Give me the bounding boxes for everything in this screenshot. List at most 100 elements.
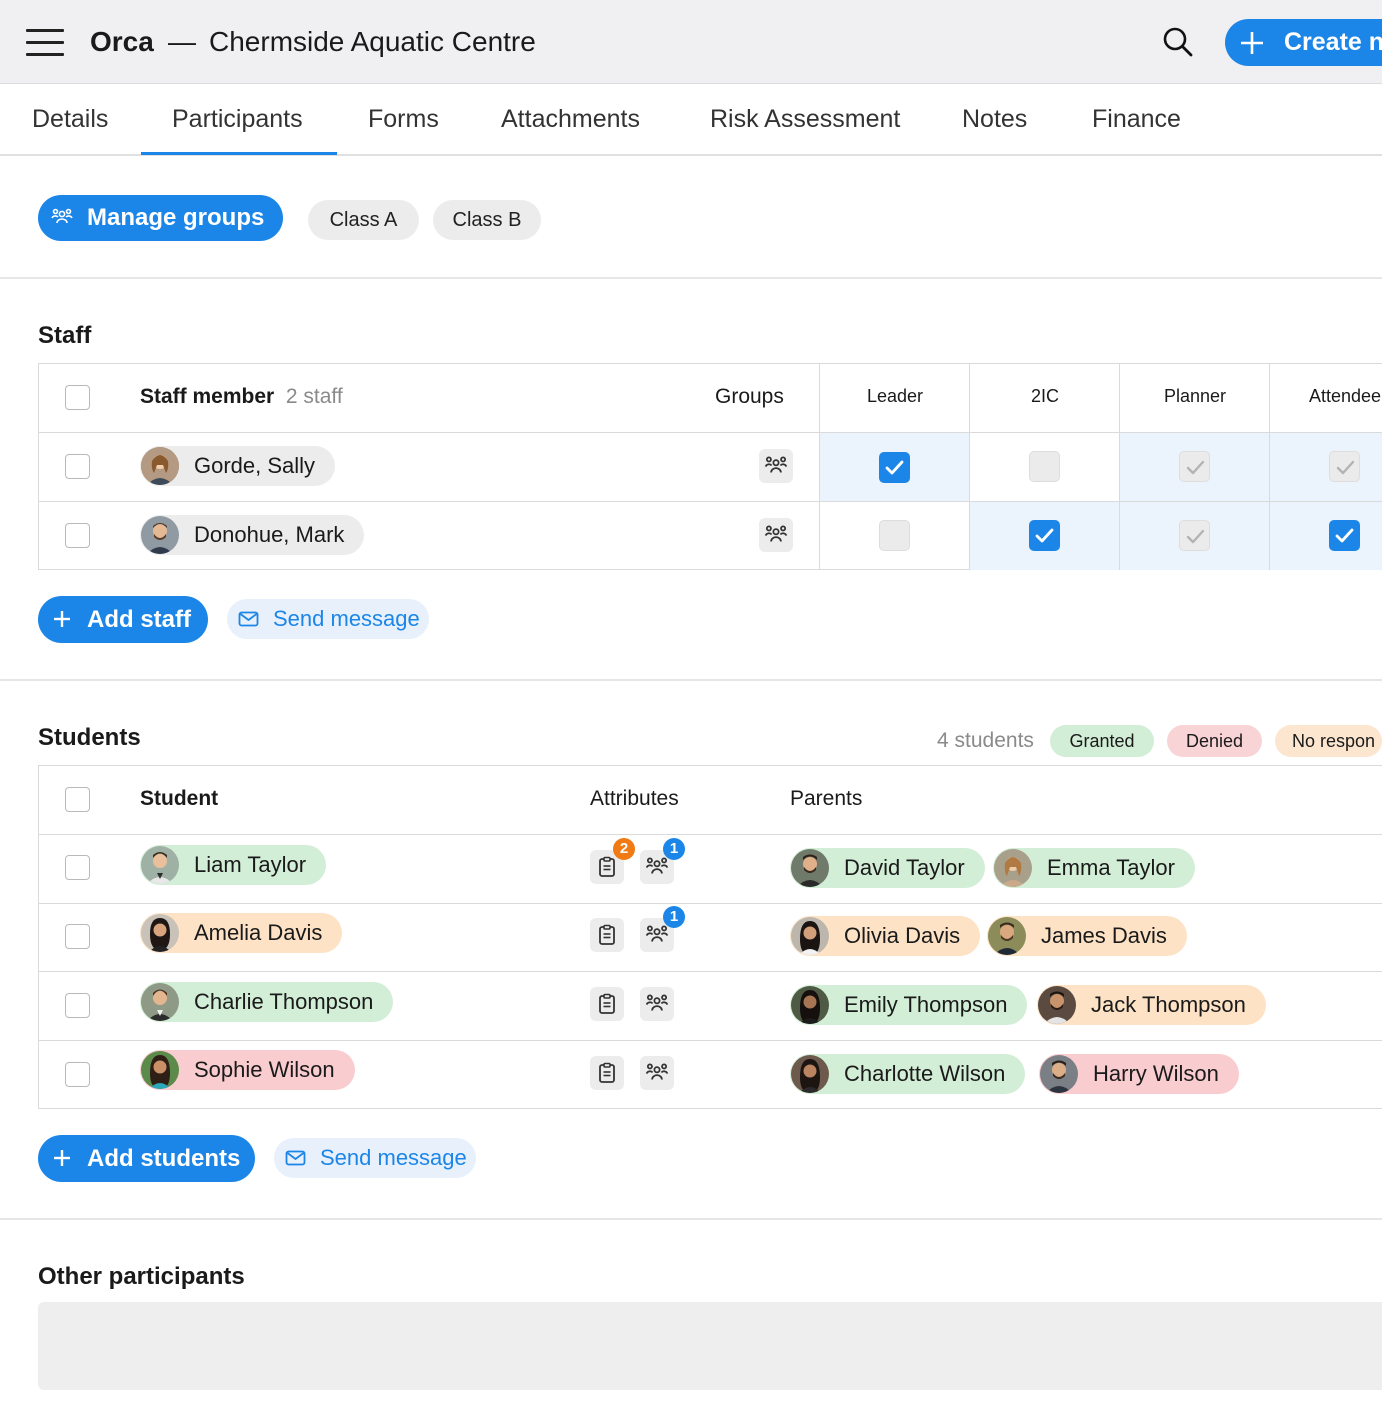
avatar	[988, 917, 1026, 955]
staff-name-chip[interactable]: Donohue, Mark	[140, 515, 365, 555]
students-count: 4 students	[937, 729, 1034, 752]
tab-attachments[interactable]: Attachments	[501, 105, 640, 134]
row-divider	[39, 1040, 1382, 1041]
add-students-button[interactable]: Add students	[38, 1135, 255, 1182]
avatar	[1040, 1055, 1078, 1093]
tab-participants[interactable]: Participants	[172, 105, 303, 134]
manage-groups-button[interactable]: Manage groups	[38, 195, 283, 241]
group-chip-class-a[interactable]: Class A	[308, 200, 419, 240]
staff-row-checkbox[interactable]	[65, 523, 90, 548]
attributes-column-header: Attributes	[590, 787, 679, 810]
mail-icon	[238, 611, 259, 627]
tab-risk-assessment[interactable]: Risk Assessment	[710, 105, 900, 134]
parent-chip[interactable]: Olivia Davis	[790, 916, 981, 956]
send-message-staff-button[interactable]: Send message	[227, 599, 429, 639]
parent-name: James Davis	[1041, 923, 1167, 948]
planner-checkbox-auto[interactable]	[1179, 520, 1210, 551]
forms-attribute-button[interactable]	[590, 918, 624, 952]
staff-name-chip[interactable]: Gorde, Sally	[140, 446, 336, 486]
plus-icon	[54, 1150, 70, 1166]
staff-section-title: Staff	[38, 322, 92, 349]
attendee-column: Attendee	[1269, 364, 1382, 570]
staff-table: Staff member 2 staff Groups Leader 2IC P…	[38, 363, 1382, 570]
planner-checkbox-auto[interactable]	[1179, 451, 1210, 482]
student-row-checkbox[interactable]	[65, 924, 90, 949]
add-staff-button[interactable]: Add staff	[38, 596, 208, 643]
parent-chip[interactable]: Charlotte Wilson	[790, 1054, 1026, 1094]
group-chip-class-b[interactable]: Class B	[433, 200, 541, 240]
tab-forms[interactable]: Forms	[368, 105, 439, 134]
row-divider	[39, 903, 1382, 904]
second-in-charge-checkbox[interactable]	[1029, 451, 1060, 482]
select-all-students-checkbox[interactable]	[65, 787, 90, 812]
parent-chip[interactable]: James Davis	[987, 916, 1187, 956]
groups-attribute-button[interactable]	[640, 987, 674, 1021]
student-row-checkbox[interactable]	[65, 993, 90, 1018]
people-group-icon	[764, 456, 788, 473]
parents-column-header: Parents	[790, 787, 863, 810]
parent-chip[interactable]: Jack Thompson	[1037, 985, 1266, 1025]
student-row-checkbox[interactable]	[65, 855, 90, 880]
hamburger-menu-icon[interactable]	[26, 29, 64, 57]
parent-name: Charlotte Wilson	[844, 1061, 1006, 1086]
parent-chip[interactable]: David Taylor	[790, 848, 985, 888]
forms-attribute-button[interactable]	[590, 987, 624, 1021]
student-name-chip[interactable]: Sophie Wilson	[140, 1050, 355, 1090]
attendee-checkbox-auto[interactable]	[1329, 451, 1360, 482]
create-new-button[interactable]: Create ne	[1225, 19, 1382, 66]
leader-checkbox-checked[interactable]	[879, 452, 910, 483]
search-icon[interactable]	[1160, 24, 1196, 60]
staff-member-header: Staff member 2 staff	[140, 385, 343, 409]
send-message-students-button[interactable]: Send message	[274, 1138, 476, 1178]
parent-name: Emily Thompson	[844, 992, 1008, 1017]
student-name: Charlie Thompson	[194, 989, 374, 1014]
student-name-chip[interactable]: Charlie Thompson	[140, 982, 394, 1022]
consent-legend-granted: Granted	[1050, 725, 1154, 757]
check-icon	[1336, 460, 1355, 475]
parent-chip[interactable]: Harry Wilson	[1039, 1054, 1239, 1094]
other-participants-panel	[38, 1302, 1382, 1390]
forms-count-badge: 2	[613, 838, 635, 860]
tab-finance[interactable]: Finance	[1092, 105, 1181, 134]
tab-notes[interactable]: Notes	[962, 105, 1027, 134]
second-in-charge-column-header: 2IC	[1030, 386, 1059, 406]
clipboard-icon	[599, 993, 615, 1014]
staff-row-checkbox[interactable]	[65, 454, 90, 479]
avatar	[791, 849, 829, 887]
staff-groups-button[interactable]	[759, 518, 793, 552]
staff-name: Donohue, Mark	[194, 522, 345, 547]
row-divider	[39, 834, 1382, 835]
second-in-charge-checkbox-checked[interactable]	[1029, 520, 1060, 551]
page-title: Chermside Aquatic Centre	[209, 26, 536, 57]
leader-checkbox[interactable]	[879, 520, 910, 551]
parent-chip[interactable]: Emily Thompson	[790, 985, 1028, 1025]
check-icon	[1335, 528, 1354, 543]
attendee-checkbox-checked[interactable]	[1329, 520, 1360, 551]
select-all-staff-checkbox[interactable]	[65, 385, 90, 410]
staff-groups-button[interactable]	[759, 449, 793, 483]
avatar	[791, 1055, 829, 1093]
student-name-chip[interactable]: Liam Taylor	[140, 845, 327, 885]
staff-count: 2 staff	[285, 385, 343, 408]
groups-attribute-button[interactable]	[640, 1056, 674, 1090]
leader-column-header: Leader	[866, 386, 924, 406]
tab-details[interactable]: Details	[32, 105, 108, 134]
plus-icon	[1241, 32, 1263, 54]
student-column-header: Student	[140, 787, 219, 810]
tab-bar: Details Participants Forms Attachments R…	[0, 84, 1382, 156]
people-group-icon	[645, 1063, 669, 1080]
student-name-chip[interactable]: Amelia Davis	[140, 913, 343, 953]
section-divider	[0, 1218, 1382, 1220]
attendee-column-header: Attendee	[1308, 386, 1382, 406]
people-group-icon	[764, 525, 788, 542]
parent-chip[interactable]: Emma Taylor	[993, 848, 1195, 888]
avatar	[141, 846, 179, 884]
plus-icon	[54, 611, 70, 627]
groups-count-badge: 1	[663, 838, 685, 860]
create-new-label: Create ne	[1284, 28, 1382, 56]
check-icon	[885, 460, 904, 475]
forms-attribute-button[interactable]	[590, 1056, 624, 1090]
clipboard-icon	[599, 856, 615, 877]
student-row-checkbox[interactable]	[65, 1062, 90, 1087]
avatar	[141, 447, 179, 485]
